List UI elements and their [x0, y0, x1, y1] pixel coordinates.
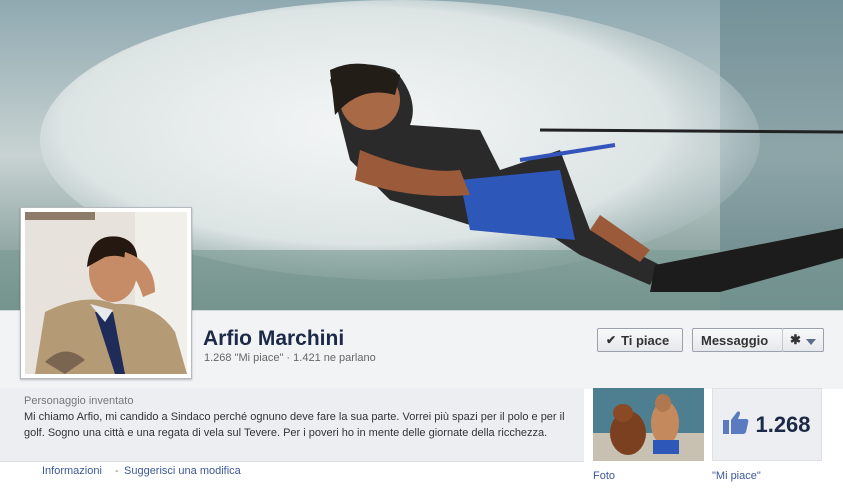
info-link[interactable]: Informazioni: [42, 465, 102, 477]
settings-dropdown-button[interactable]: ✱: [782, 328, 824, 352]
photos-app-thumbnail[interactable]: [593, 388, 704, 461]
talking-about-stat: 1.421 ne parlano: [293, 352, 376, 364]
page-title: Arfio Marchini: [203, 327, 345, 350]
message-button-label: Messaggio: [701, 332, 769, 348]
likes-stat: 1.268 "Mi piace": [204, 352, 284, 364]
likes-app-label[interactable]: "Mi piace": [712, 470, 761, 482]
gear-icon: ✱: [790, 332, 801, 347]
likes-app-box[interactable]: 1.268: [712, 388, 822, 461]
check-icon: ✔: [606, 333, 617, 347]
message-button[interactable]: Messaggio: [692, 328, 783, 352]
like-button[interactable]: ✔ Ti piace: [597, 328, 683, 352]
links-separator: -: [115, 465, 119, 477]
photos-app-label[interactable]: Foto: [593, 470, 615, 482]
about-description: Mi chiamo Arfio, mi candido a Sindaco pe…: [24, 411, 565, 439]
page-stats: 1.268 "Mi piace" · 1.421 ne parlano: [204, 352, 376, 364]
like-button-label: Ti piace: [621, 332, 670, 348]
suggest-edit-link[interactable]: Suggerisci una modifica: [124, 465, 241, 477]
caret-down-icon: [805, 333, 816, 348]
stats-separator: ·: [286, 352, 291, 364]
profile-picture[interactable]: [20, 207, 192, 379]
likes-count: 1.268: [755, 411, 811, 437]
thumbs-up-icon: [723, 410, 749, 439]
page-category: Personaggio inventato: [24, 395, 134, 407]
